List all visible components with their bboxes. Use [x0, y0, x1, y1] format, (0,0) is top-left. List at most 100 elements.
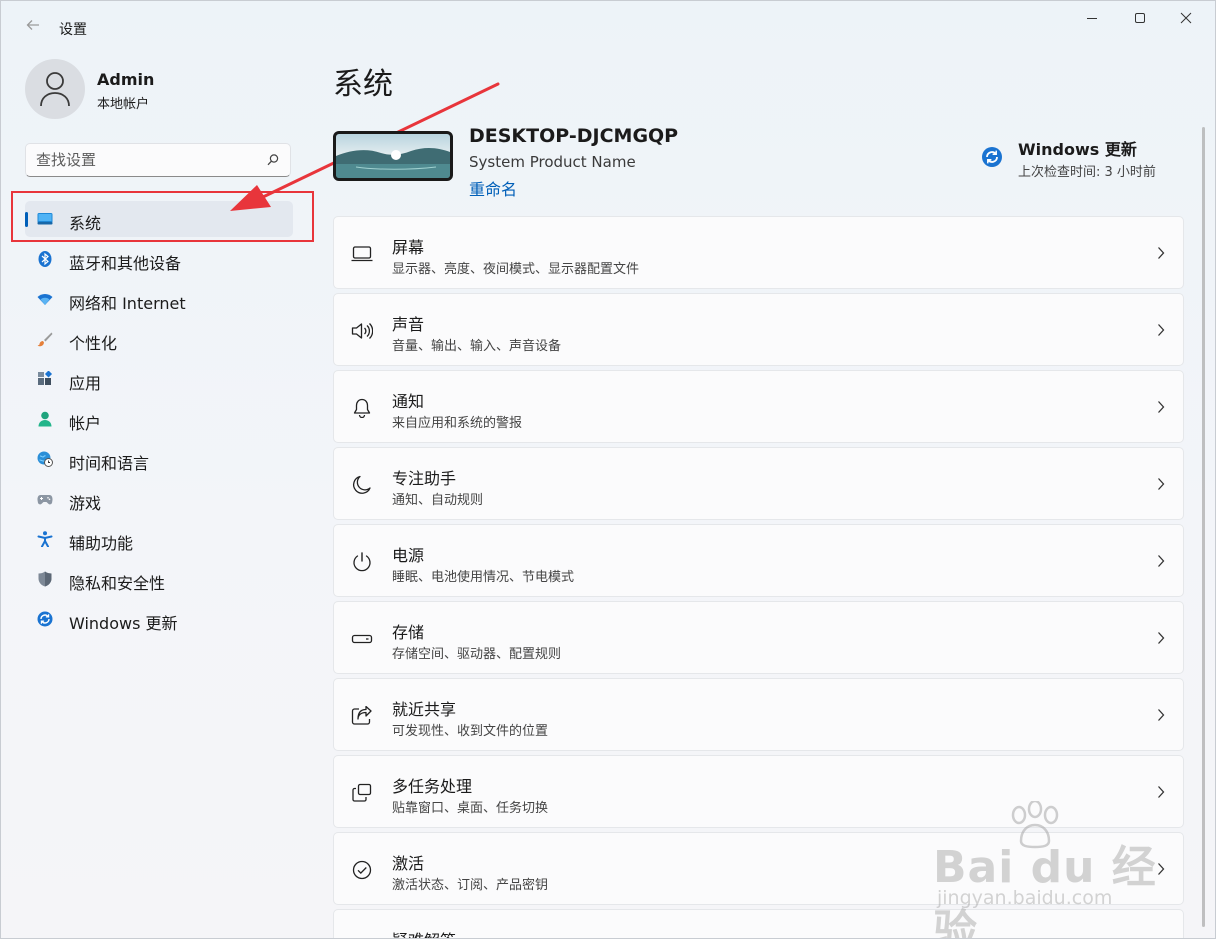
- watermark-url: jingyan.baidu.com: [937, 887, 1113, 909]
- sidebar-item-windows-update[interactable]: Windows 更新: [25, 601, 293, 637]
- chevron-right-icon: [1158, 632, 1165, 644]
- accessibility-icon: [37, 531, 53, 547]
- globe-clock-icon: [37, 451, 53, 467]
- wallpaper-preview-icon: [336, 134, 450, 178]
- setting-subtitle: 可发现性、收到文件的位置: [392, 724, 549, 739]
- setting-subtitle: 激活状态、订阅、产品密钥: [392, 878, 549, 893]
- sidebar-item-accounts[interactable]: 帐户: [25, 401, 293, 437]
- maximize-button[interactable]: [1117, 9, 1163, 29]
- search-input[interactable]: [36, 150, 256, 170]
- scrollbar[interactable]: [1202, 127, 1205, 927]
- sidebar-item-label: 游戏: [69, 494, 102, 513]
- windows-update-title[interactable]: Windows 更新: [1018, 136, 1137, 160]
- sidebar-item-label: 个性化: [69, 334, 118, 353]
- device-thumbnail: [333, 131, 453, 181]
- apps-icon: [38, 371, 53, 385]
- sidebar-item-label: 帐户: [69, 414, 102, 433]
- avatar[interactable]: [25, 59, 85, 119]
- setting-title: 专注助手: [392, 469, 457, 488]
- multitask-icon: [352, 783, 372, 802]
- share-icon: [351, 706, 372, 725]
- chevron-right-icon: [1158, 863, 1165, 875]
- setting-subtitle: 来自应用和系统的警报: [392, 416, 523, 431]
- sidebar-item-label: 隐私和安全性: [69, 574, 166, 593]
- bluetooth-icon: [38, 251, 52, 267]
- minimize-button[interactable]: [1069, 9, 1115, 29]
- baidu-jingyan-watermark: Bai du 经验 jingyan.baidu.com: [927, 801, 1157, 938]
- sidebar-nav: 系统 蓝牙和其他设备 网络和 Internet 个性化 应用 帐户 时间和语言 …: [25, 201, 293, 641]
- sidebar-item-label: 应用: [69, 374, 102, 393]
- wifi-icon: [37, 294, 53, 305]
- close-button[interactable]: [1163, 9, 1209, 29]
- power-icon: [353, 552, 371, 572]
- setting-subtitle: 贴靠窗口、桌面、任务切换: [392, 801, 549, 816]
- sidebar-item-bluetooth[interactable]: 蓝牙和其他设备: [25, 241, 293, 277]
- search-box[interactable]: [25, 143, 291, 177]
- sidebar-item-label: 辅助功能: [69, 534, 134, 553]
- setting-storage[interactable]: 存储 存储空间、驱动器、配置规则: [333, 601, 1184, 674]
- setting-subtitle: 通知、自动规则: [392, 493, 484, 508]
- bell-icon: [353, 398, 371, 418]
- settings-window: 设置 Admin 本地帐户 系统: [0, 0, 1216, 939]
- device-model: System Product Name: [469, 153, 636, 171]
- speaker-icon: [351, 323, 373, 339]
- sidebar-item-label: 时间和语言: [69, 454, 150, 473]
- sidebar-item-label: 蓝牙和其他设备: [69, 254, 182, 273]
- back-button[interactable]: [19, 13, 47, 41]
- setting-title: 疑难解答: [392, 927, 456, 938]
- brush-icon: [37, 332, 53, 347]
- chevron-right-icon: [1158, 247, 1165, 259]
- check-circle-icon: [352, 860, 372, 880]
- user-icon: [40, 72, 70, 107]
- windows-update-icon[interactable]: [981, 146, 1003, 168]
- setting-title: 就近共享: [392, 700, 457, 719]
- setting-subtitle: 存储空间、驱动器、配置规则: [392, 647, 562, 662]
- sidebar-item-time-language[interactable]: 时间和语言: [25, 441, 293, 477]
- update-icon: [37, 611, 53, 627]
- sidebar-item-network[interactable]: 网络和 Internet: [25, 281, 293, 317]
- chevron-right-icon: [1158, 786, 1165, 798]
- sidebar-item-gaming[interactable]: 游戏: [25, 481, 293, 517]
- setting-power[interactable]: 电源 睡眠、电池使用情况、节电模式: [333, 524, 1184, 597]
- chevron-right-icon: [1158, 401, 1165, 413]
- sidebar-item-accessibility[interactable]: 辅助功能: [25, 521, 293, 557]
- setting-sound[interactable]: 声音 音量、输出、输入、声音设备: [333, 293, 1184, 366]
- storage-icon: [351, 634, 373, 644]
- shield-icon: [38, 571, 52, 587]
- watermark-brand: Bai du 经验: [933, 842, 1157, 939]
- setting-nearby-sharing[interactable]: 就近共享 可发现性、收到文件的位置: [333, 678, 1184, 751]
- windows-update-last-check: 上次检查时间: 3 小时前: [1018, 165, 1156, 180]
- page-title: 系统: [333, 67, 393, 102]
- sidebar-item-apps[interactable]: 应用: [25, 361, 293, 397]
- sidebar-item-label: 网络和 Internet: [69, 294, 186, 313]
- close-icon: [1180, 12, 1192, 24]
- gamepad-icon: [37, 495, 53, 505]
- setting-title: 声音: [392, 315, 425, 334]
- device-name: DESKTOP-DJCMGQP: [469, 125, 679, 147]
- maximize-icon: [1135, 13, 1145, 23]
- minimize-icon: [1087, 18, 1097, 19]
- search-icon[interactable]: [266, 153, 280, 167]
- setting-title: 多任务处理: [392, 777, 473, 796]
- sidebar-item-personalization[interactable]: 个性化: [25, 321, 293, 357]
- chevron-right-icon: [1158, 709, 1165, 721]
- rename-link[interactable]: 重命名: [469, 176, 517, 200]
- user-name: Admin: [97, 70, 155, 89]
- setting-title: 存储: [392, 623, 425, 642]
- highlight-box: [11, 191, 314, 242]
- moon-icon: [353, 475, 371, 494]
- sidebar-item-label: Windows 更新: [69, 614, 178, 633]
- account-icon: [38, 411, 52, 427]
- setting-subtitle: 显示器、亮度、夜间模式、显示器配置文件: [392, 262, 640, 277]
- chevron-right-icon: [1158, 555, 1165, 567]
- setting-subtitle: 音量、输出、输入、声音设备: [392, 339, 562, 354]
- display-icon: [351, 246, 373, 262]
- chevron-right-icon: [1158, 324, 1165, 336]
- setting-display[interactable]: 屏幕 显示器、亮度、夜间模式、显示器配置文件: [333, 216, 1184, 289]
- sidebar-item-privacy[interactable]: 隐私和安全性: [25, 561, 293, 597]
- app-title: 设置: [59, 22, 87, 38]
- setting-subtitle: 睡眠、电池使用情况、节电模式: [392, 570, 575, 585]
- setting-notifications[interactable]: 通知 来自应用和系统的警报: [333, 370, 1184, 443]
- setting-title: 屏幕: [392, 238, 425, 257]
- setting-focus-assist[interactable]: 专注助手 通知、自动规则: [333, 447, 1184, 520]
